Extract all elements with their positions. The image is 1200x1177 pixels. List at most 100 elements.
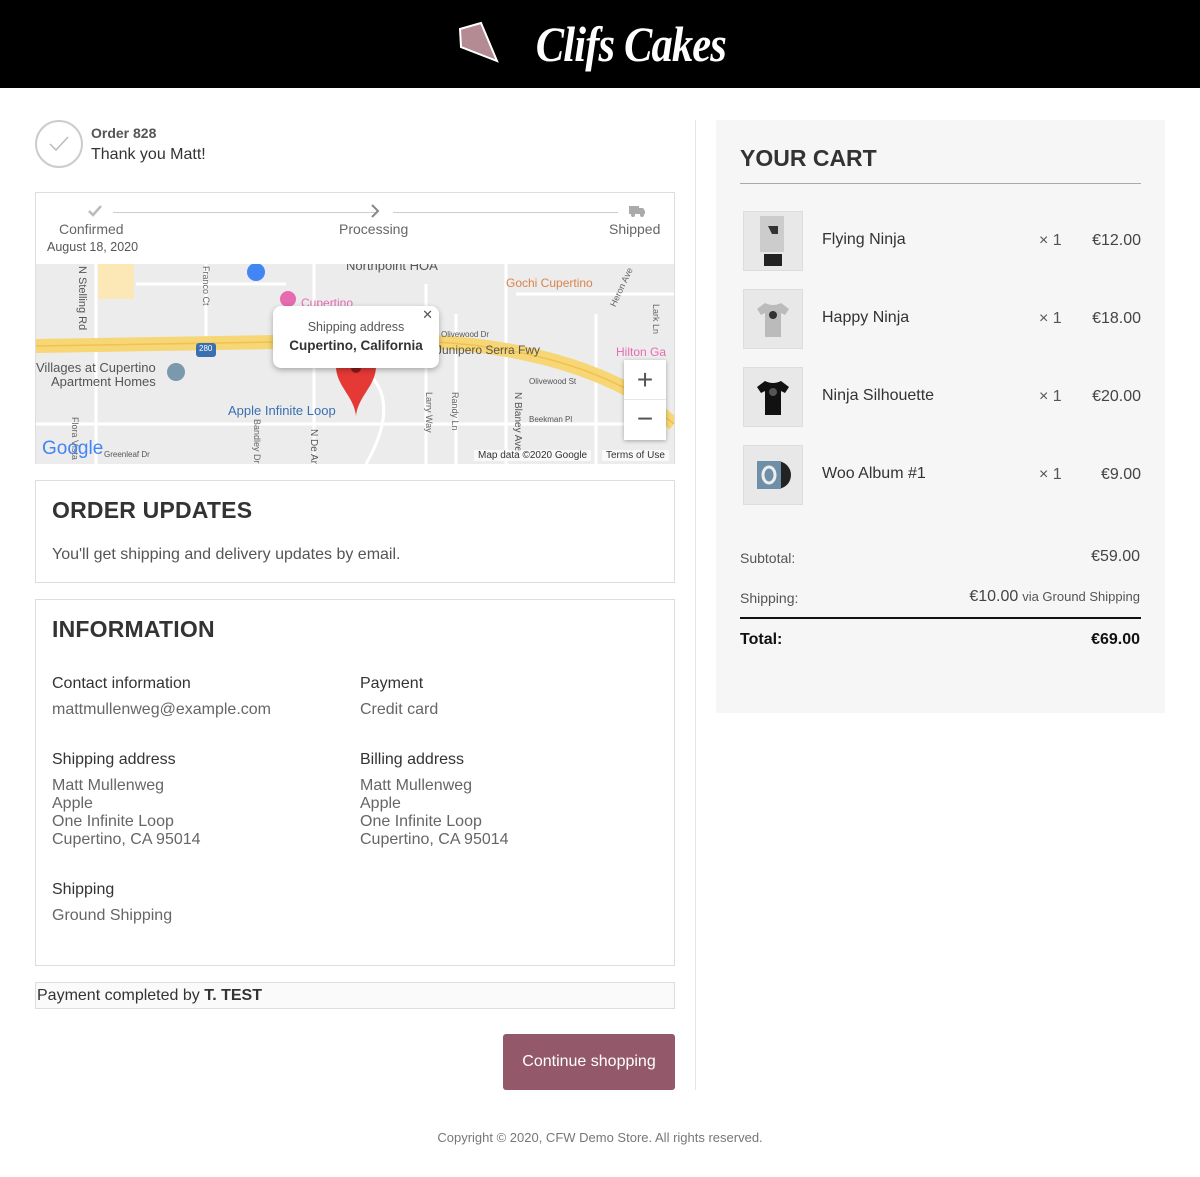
- zoom-in-button[interactable]: +: [624, 360, 666, 400]
- address-line: Matt Mullenweg: [52, 777, 165, 794]
- map-label: Randy Ln: [450, 392, 460, 431]
- poster-image-icon: [760, 216, 784, 266]
- map-label: Bandley Dr: [252, 419, 262, 464]
- map-label: Apple Infinite Loop: [228, 403, 336, 418]
- tshirt-image-icon: [757, 303, 789, 337]
- order-updates-text: You'll get shipping and delivery updates…: [52, 546, 401, 563]
- item-qty: × 1: [1039, 388, 1062, 405]
- item-name: Woo Album #1: [822, 465, 926, 482]
- shipping-row: Shipping: €10.00 via Ground Shipping: [740, 588, 1140, 606]
- column-divider: [695, 120, 696, 1090]
- divider: [740, 183, 1141, 184]
- item-price: €18.00: [1092, 310, 1141, 327]
- shipping-method-label: Shipping: [52, 881, 115, 898]
- brand-logo[interactable]: Clifs Cakes: [536, 15, 727, 73]
- map-label: Olivewood St: [529, 377, 577, 386]
- progress-line: [393, 212, 618, 213]
- total-value: €69.00: [1091, 631, 1140, 648]
- payment-label: Payment: [360, 675, 424, 692]
- divider: [740, 617, 1141, 619]
- map-label: N Blaney Ave: [512, 392, 523, 452]
- shipping-map[interactable]: N Stelling Rd Franco Ct Northpoint HOA G…: [36, 264, 674, 464]
- album-image-icon: [757, 461, 791, 489]
- order-confirmation: Order 828 Thank you Matt!: [35, 120, 206, 168]
- product-thumbnail: [743, 445, 803, 505]
- product-thumbnail: [743, 367, 803, 427]
- map-label: 280: [199, 344, 213, 353]
- total-row: Total: €69.00: [740, 631, 1140, 649]
- map-attribution: Map data ©2020 Google: [474, 450, 592, 461]
- subtotal-label: Subtotal:: [740, 550, 796, 566]
- total-label: Total:: [740, 631, 783, 648]
- shipping-price: €10.00: [969, 588, 1019, 605]
- order-updates-title: ORDER UPDATES: [52, 497, 253, 523]
- cart-item: Ninja Silhouette × 1 €20.00: [743, 367, 1141, 427]
- shipping-label: Shipping:: [740, 590, 799, 606]
- billing-address-label: Billing address: [360, 751, 465, 768]
- address-line: One Infinite Loop: [52, 813, 174, 830]
- map-info-window: ✕ Shipping address Cupertino, California: [273, 306, 439, 368]
- item-price: €9.00: [1100, 466, 1141, 483]
- map-label: N De Anza: [308, 429, 319, 464]
- payer-name: T. TEST: [204, 987, 262, 1004]
- payment-note: Payment completed by T. TEST: [35, 982, 675, 1009]
- step-shipped: Shipped: [609, 221, 661, 237]
- payment-note-text: Payment completed by: [37, 987, 205, 1004]
- map-label: Junipero Serra Fwy: [436, 343, 541, 357]
- close-icon[interactable]: ✕: [422, 307, 433, 323]
- map-label: Gochi Cupertino: [506, 276, 593, 290]
- order-updates-section: ORDER UPDATES You'll get shipping and de…: [35, 480, 675, 583]
- item-qty: × 1: [1039, 466, 1062, 483]
- tracker-steps: Confirmed August 18, 2020 Processing Shi…: [36, 193, 674, 264]
- address-line: One Infinite Loop: [360, 813, 482, 830]
- site-header: Clifs Cakes: [0, 0, 1200, 88]
- cart-summary: YOUR CART Flying Ninja × 1 €12.00 Happy …: [716, 120, 1165, 713]
- order-number: Order 828: [91, 124, 157, 141]
- shipping-method: Ground Shipping: [52, 907, 173, 924]
- footer-copyright: Copyright © 2020, CFW Demo Store. All ri…: [437, 1130, 763, 1145]
- check-circle-icon: [35, 120, 83, 168]
- cake-slice-logo-icon: [459, 21, 499, 63]
- product-thumbnail: [743, 211, 803, 271]
- zoom-out-button[interactable]: −: [624, 400, 666, 440]
- cart-title: YOUR CART: [740, 145, 877, 171]
- item-qty: × 1: [1039, 310, 1062, 327]
- subtotal-row: Subtotal: €59.00: [740, 548, 1140, 566]
- map-label: Hilton Ga: [616, 345, 667, 359]
- information-section: INFORMATION Contact information mattmull…: [35, 599, 675, 966]
- map-label: Larry Way: [424, 392, 434, 433]
- map-label: N Stelling Rd: [76, 266, 88, 331]
- truck-icon: [629, 206, 645, 217]
- subtotal-value: €59.00: [1091, 548, 1140, 565]
- tshirt-image-icon: [757, 381, 789, 415]
- contact-email: mattmullenweg@example.com: [52, 701, 271, 718]
- terms-of-use-link[interactable]: Terms of Use: [602, 450, 669, 461]
- popup-title: Shipping address: [307, 320, 405, 334]
- continue-shopping-button[interactable]: Continue shopping: [503, 1034, 675, 1090]
- chevron-right-icon: [371, 204, 380, 218]
- shipping-address-label: Shipping address: [52, 751, 176, 768]
- order-tracker: Confirmed August 18, 2020 Processing Shi…: [35, 192, 675, 464]
- address-line: Cupertino, CA 95014: [52, 831, 201, 848]
- map-zoom-controls: + −: [624, 360, 666, 440]
- step-processing: Processing: [339, 221, 409, 237]
- map-label: Northpoint HOA: [346, 264, 438, 273]
- contact-label: Contact information: [52, 675, 191, 692]
- map-label: Franco Ct: [201, 266, 211, 306]
- address-line: Matt Mullenweg: [360, 777, 473, 794]
- item-name: Ninja Silhouette: [822, 387, 935, 404]
- shipping-address: Matt Mullenweg Apple One Infinite Loop C…: [52, 777, 201, 849]
- check-icon: [88, 205, 102, 217]
- cart-item: Woo Album #1 × 1 €9.00: [743, 445, 1141, 505]
- item-name: Flying Ninja: [822, 231, 906, 248]
- shipping-method-note: via Ground Shipping: [1022, 589, 1140, 604]
- progress-line: [113, 212, 376, 213]
- item-price: €20.00: [1092, 388, 1141, 405]
- map-label: Olivewood Dr: [441, 330, 490, 339]
- item-name: Happy Ninja: [822, 309, 910, 326]
- step-confirmed: Confirmed: [59, 221, 124, 237]
- map-label: Lark Ln: [651, 304, 661, 335]
- map-label: Greenleaf Dr: [104, 450, 150, 459]
- cart-item: Happy Ninja × 1 €18.00: [743, 289, 1141, 349]
- google-logo: Google: [42, 438, 104, 459]
